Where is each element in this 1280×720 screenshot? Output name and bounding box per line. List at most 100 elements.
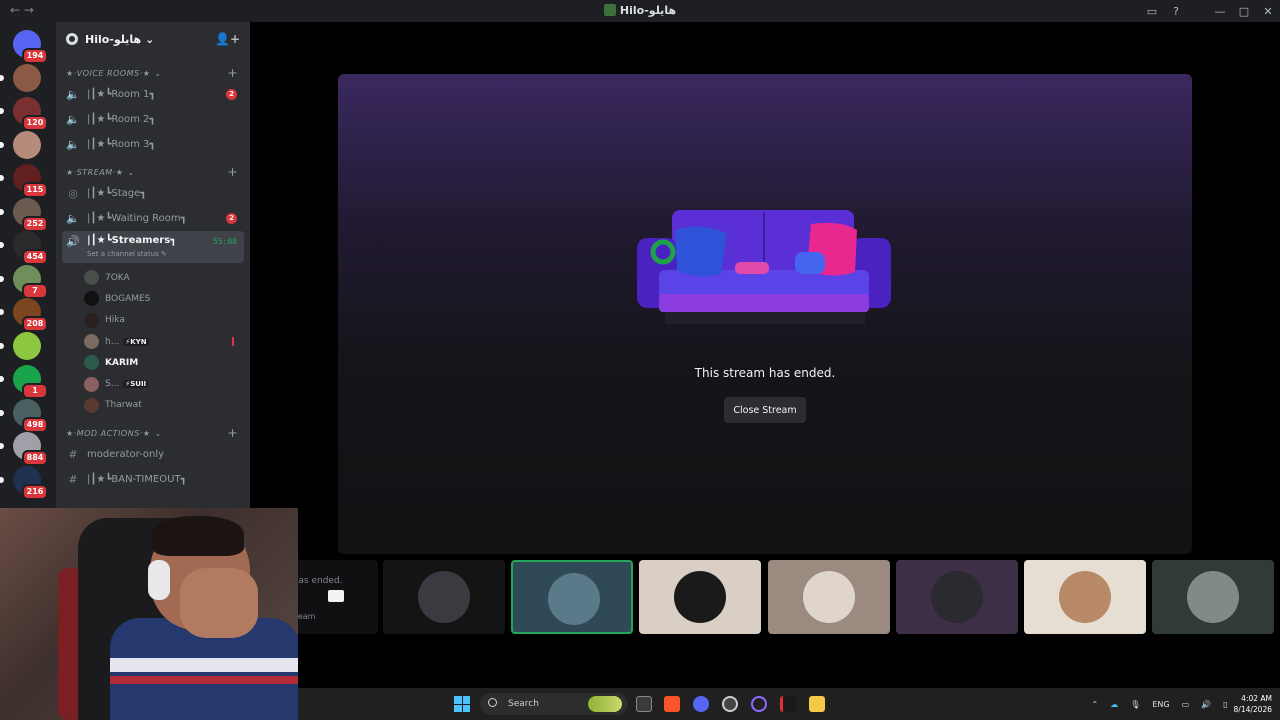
discord-icon[interactable] — [693, 696, 709, 712]
member-name: KARIM — [105, 357, 139, 368]
obs-icon[interactable] — [722, 696, 738, 712]
category-voice-rooms[interactable]: ★·VOICE ROOMS·★ ⌄ + — [56, 64, 250, 82]
channel-streamers[interactable]: 🔊 |┃★┗Streamers┓ 55:08 Set a channel sta… — [62, 231, 244, 263]
server-header[interactable]: Hilo-هايلو ⌄ 👤+ — [56, 22, 250, 56]
server-icon[interactable] — [0, 331, 41, 360]
server-icon[interactable] — [0, 130, 41, 159]
unread-indicator — [0, 309, 4, 315]
participant-avatar — [674, 571, 727, 623]
add-user-icon[interactable]: 👤+ — [215, 32, 240, 46]
display-icon[interactable]: ▭ — [1182, 700, 1190, 709]
participant-tile[interactable] — [895, 560, 1018, 634]
server-badge-icon — [66, 33, 78, 45]
battery-icon[interactable]: ▯ — [1223, 700, 1227, 709]
clock[interactable]: 4:02 AM 8/14/2026 — [1234, 693, 1272, 715]
voice-member[interactable]: h... ⚡KYN — [84, 331, 250, 352]
avatar — [84, 312, 99, 328]
avatar — [84, 376, 99, 392]
voice-member[interactable]: S... ⚡SUII — [84, 373, 250, 394]
brave-browser-icon[interactable] — [664, 696, 680, 712]
text-channel[interactable]: # |┃★┗BAN-TIMEOUT┓ — [62, 467, 244, 492]
participant-tile[interactable] — [1152, 560, 1275, 634]
member-name: 7OKA — [105, 272, 130, 283]
server-icon[interactable]: 115 — [0, 164, 48, 198]
participant-tile[interactable] — [383, 560, 505, 634]
server-icon[interactable]: 208 — [0, 298, 48, 332]
task-view-icon[interactable] — [636, 696, 652, 712]
app-ring-icon[interactable] — [751, 696, 767, 712]
pillow-blue — [675, 226, 727, 277]
server-icon[interactable]: 120 — [0, 97, 48, 131]
channel-label: |┃★┗Room 3┓ — [87, 139, 156, 150]
close-icon[interactable]: ✕ — [1256, 5, 1280, 18]
unread-indicator — [0, 342, 4, 349]
channel-stage[interactable]: ◎ |┃★┗Stage┓ — [62, 181, 244, 206]
add-channel-icon[interactable]: + — [227, 165, 238, 179]
inbox-icon[interactable]: ▭ — [1140, 5, 1164, 18]
chevron-up-icon[interactable]: ⌃ — [1091, 700, 1098, 709]
maximize-icon[interactable]: □ — [1232, 5, 1256, 18]
unread-indicator — [0, 275, 4, 282]
voice-channel[interactable]: 🔈 |┃★┗Room 3┓ — [62, 132, 244, 157]
webcam-overlay — [0, 508, 298, 720]
controller-pink — [735, 262, 769, 274]
server-icon[interactable]: 1 — [0, 365, 48, 399]
server-icon[interactable]: 498 — [0, 398, 48, 433]
voice-member[interactable]: KARIM — [84, 352, 250, 373]
help-icon[interactable]: ? — [1164, 5, 1188, 18]
category-label: ★·VOICE ROOMS·★ — [66, 68, 151, 78]
clock-date: 8/14/2026 — [1233, 705, 1272, 714]
speaker-icon: 🔈 — [66, 138, 80, 151]
unread-indicator — [0, 141, 4, 148]
category-stream[interactable]: ★·STREAM·★ ⌄ + — [56, 163, 250, 181]
server-icon[interactable]: 7 — [0, 264, 48, 299]
participant-tile[interactable] — [639, 560, 762, 634]
participant-tile[interactable] — [511, 560, 634, 634]
participant-avatar — [1187, 571, 1240, 623]
language-indicator[interactable]: ENG — [1152, 700, 1169, 709]
server-icon[interactable] — [0, 63, 41, 92]
voice-member[interactable]: BOGAMES — [84, 288, 250, 309]
home-icon[interactable]: 194 — [13, 30, 48, 64]
voice-member[interactable]: Hika — [84, 310, 250, 331]
onedrive-icon[interactable]: ☁ — [1110, 700, 1118, 709]
chevron-down-icon: ⌄ — [154, 68, 162, 78]
unread-indicator — [0, 443, 4, 449]
voice-channel[interactable]: 🔈 |┃★┗Room 2┓ — [62, 107, 244, 132]
participant-tile[interactable] — [767, 560, 890, 634]
windows-start-icon[interactable] — [454, 696, 470, 712]
voice-member[interactable]: Tharwat — [84, 395, 250, 416]
server-name: Hilo-هايلو — [85, 32, 142, 46]
add-channel-icon[interactable]: + — [227, 66, 238, 80]
member-name: h... — [105, 336, 120, 347]
server-icon[interactable]: 216 — [0, 465, 48, 500]
app-red-icon[interactable] — [780, 696, 796, 712]
channel-waiting-room[interactable]: 🔈 |┃★┗Waiting Room┓ 2 — [62, 206, 244, 231]
windows-taskbar: Search ⌃ ☁ 🎙 ENG ▭ 🔊 ▯ 4:02 AM 8/14/2026 — [298, 688, 1280, 720]
user-count-badge: 2 — [226, 213, 237, 224]
close-stream-button[interactable]: Close Stream — [724, 397, 806, 423]
category-label: ★·Mod Actions·★ — [66, 428, 151, 438]
microphone-icon[interactable]: 🎙 — [1130, 700, 1140, 709]
avatar — [84, 291, 99, 307]
minimize-icon[interactable]: — — [1208, 5, 1232, 18]
channel-status[interactable]: Set a channel status ✎ — [87, 250, 167, 258]
server-icon[interactable]: 252 — [0, 197, 48, 232]
taskbar-search[interactable]: Search — [480, 693, 628, 715]
participant-tile[interactable] — [1024, 560, 1146, 634]
category-label: ★·STREAM·★ — [66, 167, 124, 177]
channel-label: moderator-only — [87, 449, 165, 461]
stage-icon: ◎ — [68, 187, 78, 200]
mention-badge: 454 — [22, 249, 48, 265]
volume-icon[interactable]: 🔊 — [1201, 700, 1211, 709]
person-hair — [152, 516, 244, 556]
voice-member[interactable]: 7OKA — [84, 267, 250, 288]
server-icon[interactable]: 884 — [0, 432, 48, 466]
text-channel[interactable]: # moderator-only — [62, 442, 244, 467]
add-channel-icon[interactable]: + — [227, 426, 238, 440]
voice-channel[interactable]: 🔈 |┃★┗Room 1┓ 2 — [62, 82, 244, 107]
category-mod-actions[interactable]: ★·Mod Actions·★ ⌄ + — [56, 424, 250, 442]
file-explorer-icon[interactable] — [809, 696, 825, 712]
server-icon[interactable]: 454 — [0, 231, 48, 265]
avatar — [84, 270, 99, 286]
